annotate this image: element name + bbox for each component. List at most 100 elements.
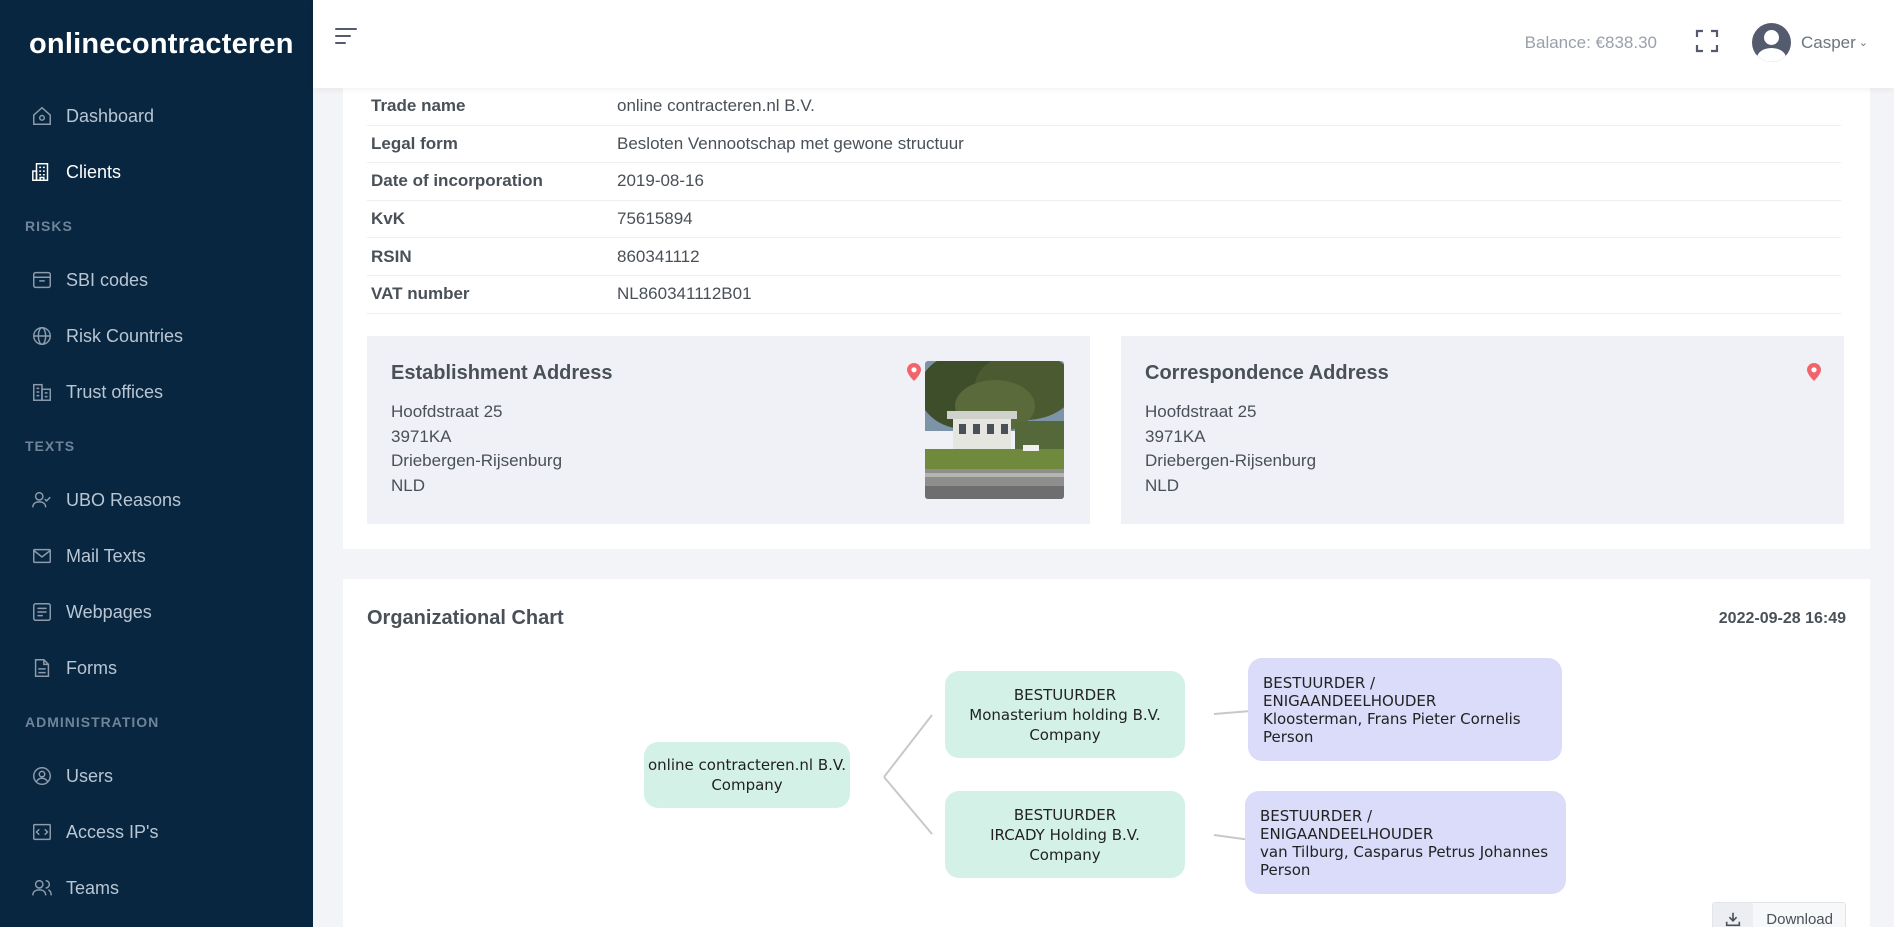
sidebar-item-ubo-reasons[interactable]: UBO Reasons bbox=[0, 472, 313, 528]
node-role: ENIGAANDEELHOUDER bbox=[1260, 824, 1434, 843]
info-value: 860341112 bbox=[617, 246, 700, 266]
map-pin-icon[interactable] bbox=[1807, 363, 1821, 381]
info-label: Legal form bbox=[371, 133, 458, 153]
sidebar-item-risk-countries[interactable]: Risk Countries bbox=[0, 308, 313, 364]
info-value: 75615894 bbox=[617, 209, 693, 229]
sidebar-menu: Dashboard Clients RISKS SBI codes Risk C… bbox=[0, 88, 313, 916]
download-button[interactable]: Download bbox=[1712, 902, 1846, 927]
info-label: Date of incorporation bbox=[371, 171, 543, 191]
address-street: Hoofdstraat 25 bbox=[391, 402, 503, 421]
establishment-address-title: Establishment Address bbox=[391, 362, 613, 384]
main-content: Trade name online contracteren.nl B.V. L… bbox=[313, 88, 1894, 927]
sidebar: onlinecontracteren Dashboard Clients RIS… bbox=[0, 0, 313, 927]
establishment-address-lines: Hoofdstraat 25 3971KA Driebergen-Rijsenb… bbox=[391, 400, 562, 498]
sidebar-item-trust-offices[interactable]: Trust offices bbox=[0, 364, 313, 420]
connector-line bbox=[883, 714, 933, 778]
sidebar-item-mail-texts[interactable]: Mail Texts bbox=[0, 528, 313, 584]
map-pin-icon[interactable] bbox=[907, 363, 921, 381]
company-details-card: Trade name online contracteren.nl B.V. L… bbox=[343, 88, 1870, 549]
file-icon bbox=[31, 657, 53, 679]
sidebar-item-sbi-codes[interactable]: SBI codes bbox=[0, 252, 313, 308]
address-city: Driebergen-Rijsenburg bbox=[391, 451, 563, 470]
chevron-down-icon: ⌄ bbox=[1858, 37, 1868, 49]
node-type: Company bbox=[711, 776, 783, 794]
sidebar-item-label: UBO Reasons bbox=[66, 489, 182, 510]
sidebar-item-forms[interactable]: Forms bbox=[0, 640, 313, 696]
correspondence-address-title: Correspondence Address bbox=[1145, 362, 1389, 384]
info-label: VAT number bbox=[371, 284, 470, 304]
user-menu[interactable]: Casper ⌄ bbox=[1751, 23, 1868, 62]
info-value: online contracteren.nl B.V. bbox=[617, 96, 815, 116]
table-row: VAT number NL860341112B01 bbox=[367, 276, 1841, 314]
node-type: Person bbox=[1260, 860, 1311, 879]
node-name: Kloosterman, Frans Pieter Cornelis bbox=[1263, 709, 1521, 728]
sidebar-item-users[interactable]: Users bbox=[0, 748, 313, 804]
node-name: online contracteren.nl B.V. bbox=[648, 756, 846, 774]
topbar: Balance: €838.30 Casper ⌄ bbox=[313, 0, 1894, 88]
address-postal: 3971KA bbox=[1145, 426, 1206, 446]
users-icon bbox=[31, 877, 53, 899]
org-chart-card: Organizational Chart 2022-09-28 16:49 on… bbox=[343, 579, 1870, 927]
sidebar-item-label: Trust offices bbox=[66, 381, 164, 402]
node-role: BESTUURDER bbox=[1013, 685, 1117, 704]
org-node-director[interactable]: BESTUURDER IRCADY Holding B.V. Company bbox=[945, 791, 1185, 878]
sidebar-item-webpages[interactable]: Webpages bbox=[0, 584, 313, 640]
mail-icon bbox=[31, 545, 53, 567]
org-node-director[interactable]: BESTUURDER Monasterium holding B.V. Comp… bbox=[945, 671, 1185, 758]
sidebar-item-label: Risk Countries bbox=[66, 325, 184, 346]
info-label: Trade name bbox=[371, 96, 466, 116]
user-check-icon bbox=[31, 489, 53, 511]
node-type: Company bbox=[1029, 845, 1101, 864]
node-role: BESTUURDER bbox=[1013, 805, 1117, 824]
table-row: Legal form Besloten Vennootschap met gew… bbox=[367, 126, 1841, 164]
sidebar-item-label: SBI codes bbox=[66, 269, 149, 290]
globe-icon bbox=[31, 325, 53, 347]
table-row: RSIN 860341112 bbox=[367, 238, 1841, 276]
sidebar-item-label: Forms bbox=[66, 657, 117, 678]
webpage-icon bbox=[31, 601, 53, 623]
address-country: NLD bbox=[391, 475, 426, 495]
home-icon bbox=[31, 105, 53, 127]
node-name: van Tilburg, Casparus Petrus Johannes bbox=[1260, 842, 1549, 861]
address-country: NLD bbox=[1145, 475, 1180, 495]
establishment-address-box: Establishment Address Hoofdstraat 25 397… bbox=[367, 336, 1090, 524]
address-postal: 3971KA bbox=[391, 426, 452, 446]
org-node-person[interactable]: BESTUURDER / ENIGAANDEELHOUDER Kloosterm… bbox=[1248, 658, 1562, 761]
sidebar-item-label: Dashboard bbox=[66, 105, 155, 126]
correspondence-address-box: Correspondence Address Hoofdstraat 25 39… bbox=[1121, 336, 1844, 524]
table-row: KvK 75615894 bbox=[367, 201, 1841, 239]
user-name: Casper bbox=[1800, 32, 1856, 52]
address-city: Driebergen-Rijsenburg bbox=[1145, 451, 1317, 470]
node-name: IRCADY Holding B.V. bbox=[990, 825, 1140, 844]
fullscreen-icon[interactable] bbox=[1695, 29, 1719, 53]
company-info-table: Trade name online contracteren.nl B.V. L… bbox=[367, 88, 1841, 314]
info-label: KvK bbox=[371, 209, 406, 229]
table-row: Trade name online contracteren.nl B.V. bbox=[367, 88, 1841, 126]
node-role: BESTUURDER / bbox=[1260, 806, 1373, 825]
street-view-thumbnail[interactable] bbox=[925, 361, 1064, 499]
section-title-risks: RISKS bbox=[25, 218, 73, 234]
code-icon bbox=[31, 821, 53, 843]
sidebar-item-access-ips[interactable]: Access IP's bbox=[0, 804, 313, 860]
node-name: Monasterium holding B.V. bbox=[969, 705, 1161, 724]
download-icon bbox=[1713, 903, 1754, 927]
sidebar-item-dashboard[interactable]: Dashboard bbox=[0, 88, 313, 144]
sidebar-item-teams[interactable]: Teams bbox=[0, 860, 313, 916]
sidebar-item-label: Teams bbox=[66, 877, 120, 898]
org-node-root[interactable]: online contracteren.nl B.V. Company bbox=[644, 742, 850, 808]
org-node-person[interactable]: BESTUURDER / ENIGAANDEELHOUDER van Tilbu… bbox=[1245, 791, 1566, 894]
sidebar-item-label: Access IP's bbox=[66, 821, 159, 842]
download-label: Download bbox=[1753, 903, 1845, 927]
table-row: Date of incorporation 2019-08-16 bbox=[367, 163, 1841, 201]
node-role: ENIGAANDEELHOUDER bbox=[1263, 691, 1437, 710]
info-label: RSIN bbox=[371, 246, 412, 266]
brand-logo[interactable]: onlinecontracteren bbox=[0, 0, 313, 88]
balance-display: Balance: €838.30 bbox=[1524, 33, 1657, 52]
section-title-administration: ADMINISTRATION bbox=[25, 714, 160, 730]
buildings-icon bbox=[31, 381, 53, 403]
archive-icon bbox=[31, 269, 53, 291]
node-type: Person bbox=[1263, 727, 1314, 746]
sidebar-item-clients[interactable]: Clients bbox=[0, 144, 313, 200]
menu-toggle-icon[interactable] bbox=[335, 28, 359, 50]
sidebar-item-label: Webpages bbox=[66, 601, 152, 622]
